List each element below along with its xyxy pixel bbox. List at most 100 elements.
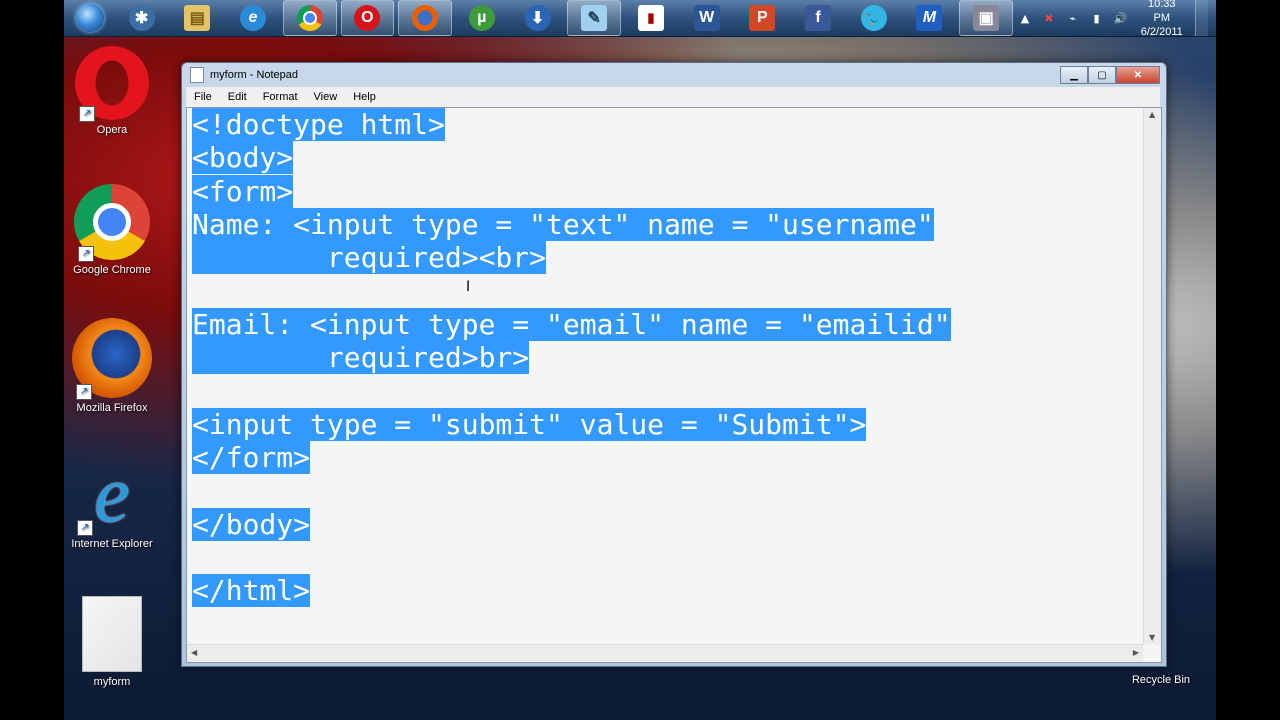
desktop-icon-opera[interactable]: ↗ Opera	[66, 46, 158, 136]
selected-text: </body>	[192, 507, 311, 541]
text-line: <body>	[192, 141, 1148, 175]
scroll-down-icon[interactable]: ▼	[1149, 633, 1155, 642]
menu-view[interactable]: View	[306, 91, 346, 103]
m-app-icon: M	[916, 5, 943, 31]
desktop-icon-myform[interactable]: myform	[66, 596, 158, 688]
text-line	[192, 541, 1148, 574]
firefox-button[interactable]	[398, 0, 452, 36]
text-line: Name: <input type = "text" name = "usern…	[192, 207, 1148, 241]
text-line: required>br>	[192, 341, 1148, 375]
firefox-icon: ↗	[72, 318, 152, 400]
volume-icon[interactable]: 🔊	[1113, 10, 1129, 26]
desktop-icon-google-chrome[interactable]: ↗ Google Chrome	[66, 184, 158, 276]
powerpoint-button[interactable]: P	[736, 1, 788, 35]
selected-text: <!doctype html>	[192, 108, 445, 141]
selected-text: <body>	[192, 141, 294, 175]
media-app-button[interactable]: ▣	[959, 0, 1013, 36]
text-editor[interactable]: <!doctype html> <body> <form> Name: <inp…	[186, 107, 1162, 663]
menu-format[interactable]: Format	[255, 91, 306, 103]
notepad-button[interactable]: ✎	[567, 0, 622, 36]
system-tray: ▲ ✖ ⌁ ▮ 🔊 10:33 PM 6/2/2011	[1013, 0, 1216, 39]
powerpoint-icon: P	[749, 5, 776, 31]
text-line	[192, 474, 1148, 507]
taskbar: ✱ ▤ e O µ ⬇ ✎ ▮ W P f 🐦 M ▣ ▲ ✖ ⌁ ▮ 🔊 10…	[64, 0, 1216, 39]
network-app-button[interactable]: ✱	[116, 1, 168, 35]
shortcut-arrow-icon: ↗	[76, 384, 92, 400]
selected-text: <input type = "submit" value = "Submit">	[192, 407, 867, 441]
internet-explorer-button[interactable]: e	[227, 1, 279, 35]
maximize-button[interactable]: ▢	[1088, 66, 1116, 84]
app-button[interactable]: ▮	[625, 1, 677, 35]
desktop-icon-label: Internet Explorer	[71, 538, 153, 550]
menu-file[interactable]: File	[186, 91, 220, 103]
scroll-left-icon[interactable]: ◀	[191, 648, 197, 657]
show-hidden-icons-icon[interactable]: ▲	[1017, 10, 1033, 26]
power-plug-icon[interactable]: ⌁	[1065, 10, 1081, 26]
desktop-icon-mozilla-firefox[interactable]: ↗ Mozilla Firefox	[66, 318, 158, 414]
facebook-icon: f	[805, 5, 832, 31]
utorrent-button[interactable]: µ	[456, 1, 508, 35]
vertical-scrollbar[interactable]: ▲ ▼	[1143, 108, 1161, 644]
internet-explorer-icon: e ↗	[73, 455, 151, 536]
facebook-button[interactable]: f	[792, 1, 844, 35]
chrome-button[interactable]	[282, 0, 337, 36]
start-button[interactable]	[68, 1, 112, 35]
opera-icon: ↗	[75, 46, 149, 122]
text-line: </form>	[192, 440, 1148, 474]
horizontal-scrollbar[interactable]: ◀ ▶	[187, 644, 1143, 662]
selected-text: required><br>	[192, 241, 547, 275]
text-line: <!doctype html>	[192, 108, 1148, 141]
notepad-icon	[190, 67, 204, 83]
chrome-icon	[296, 5, 323, 31]
menu-edit[interactable]: Edit	[220, 91, 255, 103]
windows-logo-icon	[75, 4, 104, 32]
selected-text: <form>	[192, 174, 294, 208]
menu-help[interactable]: Help	[345, 91, 384, 103]
selected-text: required>br>	[192, 341, 530, 375]
selected-text: Email: <input type = "email" name = "ema…	[192, 307, 951, 341]
app-icon: ▮	[637, 5, 664, 31]
chrome-icon: ↗	[74, 184, 150, 262]
m-app-button[interactable]: M	[904, 1, 956, 35]
window-title: myform - Notepad	[210, 69, 299, 81]
desktop-icon-label: Google Chrome	[73, 264, 151, 276]
maximize-icon: ▢	[1097, 69, 1107, 81]
scroll-up-icon[interactable]: ▲	[1149, 110, 1155, 119]
notepad-window: myform - Notepad ▁ ▢ ✕ File Edit Format …	[181, 62, 1167, 667]
text-line: required><br>	[192, 241, 1148, 275]
system-clock[interactable]: 10:33 PM 6/2/2011	[1138, 0, 1185, 39]
text-cursor-icon: I	[466, 279, 471, 295]
desktop-icon-internet-explorer[interactable]: e ↗ Internet Explorer	[66, 455, 158, 550]
signal-bars-icon[interactable]: ▮	[1089, 10, 1105, 26]
text-line: </body>	[192, 507, 1148, 541]
word-icon: W	[693, 5, 720, 31]
text-line	[192, 374, 1148, 407]
text-line: Email: <input type = "email" name = "ema…	[192, 307, 1148, 341]
minimize-icon: ▁	[1070, 69, 1078, 81]
desktop-icon-label: Mozilla Firefox	[76, 402, 148, 414]
text-line: <form>	[192, 174, 1148, 208]
firefox-icon	[412, 5, 439, 31]
desktop-icon-label: Recycle Bin	[1131, 674, 1191, 686]
scroll-right-icon[interactable]: ▶	[1133, 648, 1139, 657]
twitter-button[interactable]: 🐦	[848, 1, 900, 35]
network-error-icon[interactable]: ✖	[1041, 10, 1057, 26]
opera-icon: O	[354, 5, 381, 31]
text-content[interactable]: <!doctype html> <body> <form> Name: <inp…	[187, 108, 1148, 644]
close-button[interactable]: ✕	[1116, 66, 1160, 84]
title-bar[interactable]: myform - Notepad ▁ ▢ ✕	[182, 63, 1166, 87]
file-explorer-button[interactable]: ▤	[171, 1, 223, 35]
minimize-button[interactable]: ▁	[1060, 66, 1088, 84]
opera-button[interactable]: O	[340, 0, 395, 36]
text-line	[192, 274, 1148, 307]
shortcut-arrow-icon: ↗	[77, 520, 93, 536]
shortcut-arrow-icon: ↗	[78, 246, 94, 262]
show-desktop-button[interactable]	[1195, 0, 1209, 36]
utorrent-icon: µ	[468, 5, 495, 31]
close-icon: ✕	[1133, 69, 1143, 81]
shortcut-arrow-icon: ↗	[79, 106, 95, 122]
word-button[interactable]: W	[681, 1, 733, 35]
internet-explorer-icon: e	[240, 5, 266, 31]
clock-time: 10:33 PM	[1147, 0, 1176, 24]
download-manager-button[interactable]: ⬇	[512, 1, 564, 35]
